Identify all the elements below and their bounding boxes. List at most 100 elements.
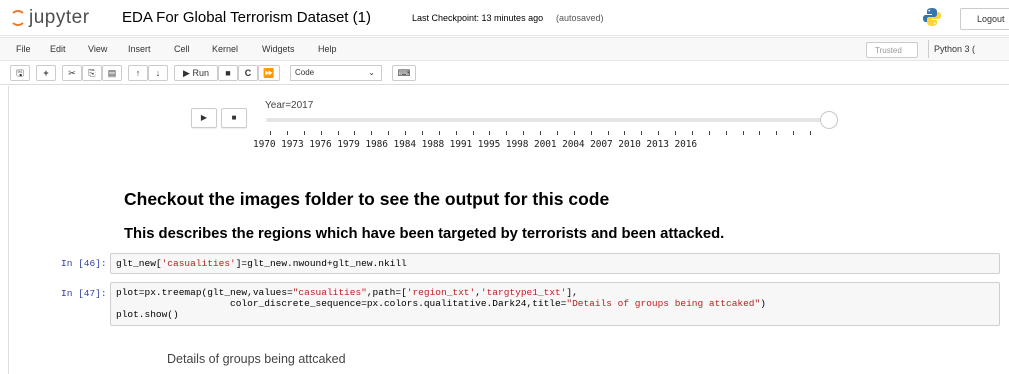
code-string: 'casualities' xyxy=(161,258,236,269)
trusted-indicator[interactable]: Trusted xyxy=(866,42,918,58)
notebook-title[interactable]: EDA For Global Terrorism Dataset (1) xyxy=(122,9,371,26)
jupyter-brand-text: jupyter xyxy=(29,7,90,28)
plus-icon: + xyxy=(43,68,49,78)
menu-widgets[interactable]: Widgets xyxy=(262,44,295,54)
menu-view[interactable]: View xyxy=(88,44,107,54)
slider-tick xyxy=(624,131,625,135)
code-string: "casualities" xyxy=(292,287,367,298)
code-text: color_discrete_sequence=px.colors.qualit… xyxy=(116,298,567,309)
slider-ticks xyxy=(266,131,830,137)
slider-tick xyxy=(709,131,710,135)
slider-tick xyxy=(540,131,541,135)
command-palette-button[interactable]: ⌨ xyxy=(392,65,416,81)
slider-tick xyxy=(726,131,727,135)
slider-tick xyxy=(675,131,676,135)
paste-button[interactable]: ▤ xyxy=(102,65,122,81)
slider-tick xyxy=(743,131,744,135)
menu-edit[interactable]: Edit xyxy=(50,44,66,54)
interrupt-button[interactable]: ■ xyxy=(218,65,238,81)
slider-tick xyxy=(405,131,406,135)
slider-tick xyxy=(422,131,423,135)
slider-tick xyxy=(608,131,609,135)
save-icon: 🖫 xyxy=(16,68,24,78)
cell-prompt: In [46]: xyxy=(61,258,107,269)
logout-button[interactable]: Logout xyxy=(960,8,1009,30)
slider-tick xyxy=(270,131,271,135)
slider-tick xyxy=(354,131,355,135)
notebook-container: ▶ ■ Year=2017 1970 1973 1976 1979 1986 1… xyxy=(0,86,1009,374)
slider-tick xyxy=(338,131,339,135)
stop-icon: ■ xyxy=(225,68,231,78)
slider-tick xyxy=(506,131,507,135)
slider-tick xyxy=(489,131,490,135)
insert-cell-button[interactable]: + xyxy=(36,65,56,81)
menu-insert[interactable]: Insert xyxy=(128,44,151,54)
slider-tick xyxy=(304,131,305,135)
code-text: plot.show() xyxy=(116,309,179,320)
save-button[interactable]: 🖫 xyxy=(10,65,30,81)
menu-kernel[interactable]: Kernel xyxy=(212,44,238,54)
slider-current-value: Year=2017 xyxy=(265,100,314,111)
slider-tick xyxy=(557,131,558,135)
code-text: glt_new[ xyxy=(116,258,162,269)
markdown-heading-images: Checkout the images folder to see the ou… xyxy=(124,189,610,209)
jupyter-logo-icon xyxy=(10,10,26,26)
slider-tick xyxy=(776,131,777,135)
cell-type-select[interactable]: Code ⌄ xyxy=(290,65,382,81)
year-slider-handle[interactable] xyxy=(820,111,838,129)
restart-run-all-button[interactable]: ⏩ xyxy=(258,65,280,81)
slider-tick xyxy=(793,131,794,135)
code-string: 'targtype1_txt' xyxy=(480,287,567,298)
slider-tick xyxy=(591,131,592,135)
slider-tick xyxy=(810,131,811,135)
checkpoint-status: Last Checkpoint: 13 minutes ago xyxy=(412,13,544,23)
stop-animation-button[interactable]: ■ xyxy=(221,108,247,128)
restart-icon: C xyxy=(244,68,252,78)
run-label: ▶ Run xyxy=(183,68,209,78)
restart-button[interactable]: C xyxy=(238,65,258,81)
slider-tick xyxy=(574,131,575,135)
keyboard-icon: ⌨ xyxy=(397,68,411,78)
slider-tick xyxy=(321,131,322,135)
slider-tick xyxy=(287,131,288,135)
play-button[interactable]: ▶ xyxy=(191,108,217,128)
slider-tick xyxy=(658,131,659,135)
code-text: ]=glt_new.nwound+glt_new.nkill xyxy=(235,258,407,269)
copy-button[interactable]: ⎘ xyxy=(82,65,102,81)
run-button[interactable]: ▶ Run xyxy=(174,65,218,81)
jupyter-logo[interactable]: jupyter xyxy=(10,7,90,29)
code-cell-input[interactable]: plot=px.treemap(glt_new,values="casualit… xyxy=(110,282,1000,326)
markdown-heading-regions: This describes the regions which have be… xyxy=(124,226,725,242)
code-cell-input[interactable]: glt_new['casualities']=glt_new.nwound+gl… xyxy=(110,253,1000,274)
notebook-header: jupyter EDA For Global Terrorism Dataset… xyxy=(0,0,1009,36)
code-string: "Details of groups being attcaked" xyxy=(566,298,761,309)
autosave-status: (autosaved) xyxy=(556,13,604,23)
slider-tick xyxy=(388,131,389,135)
stop-icon: ■ xyxy=(231,113,237,122)
cut-icon: ✂ xyxy=(68,68,76,78)
menu-bar: File Edit View Insert Cell Kernel Widget… xyxy=(0,37,1009,61)
move-down-button[interactable]: ↓ xyxy=(148,65,168,81)
slider-tick xyxy=(523,131,524,135)
slider-tick xyxy=(439,131,440,135)
move-up-button[interactable]: ↑ xyxy=(128,65,148,81)
fast-forward-icon: ⏩ xyxy=(263,68,275,78)
year-slider-track[interactable] xyxy=(266,118,830,122)
slider-tick xyxy=(759,131,760,135)
slider-tick xyxy=(692,131,693,135)
paste-icon: ▤ xyxy=(107,68,117,78)
menu-help[interactable]: Help xyxy=(318,44,337,54)
slider-tick-labels: 1970 1973 1976 1979 1986 1984 1988 1991 … xyxy=(253,139,697,150)
cell-type-value: Code xyxy=(295,68,315,77)
code-text: plot=px.treemap(glt_new,values= xyxy=(116,287,293,298)
kernel-indicator[interactable]: Python 3 ( xyxy=(928,40,975,58)
treemap-title: Details of groups being attcaked xyxy=(167,352,346,366)
cut-button[interactable]: ✂ xyxy=(62,65,82,81)
menu-cell[interactable]: Cell xyxy=(174,44,190,54)
play-icon: ▶ xyxy=(200,113,208,122)
code-string: 'region_txt' xyxy=(406,287,476,298)
menu-file[interactable]: File xyxy=(16,44,31,54)
slider-tick xyxy=(371,131,372,135)
cell-prompt: In [47]: xyxy=(61,288,107,299)
move-up-icon: ↑ xyxy=(135,68,141,78)
